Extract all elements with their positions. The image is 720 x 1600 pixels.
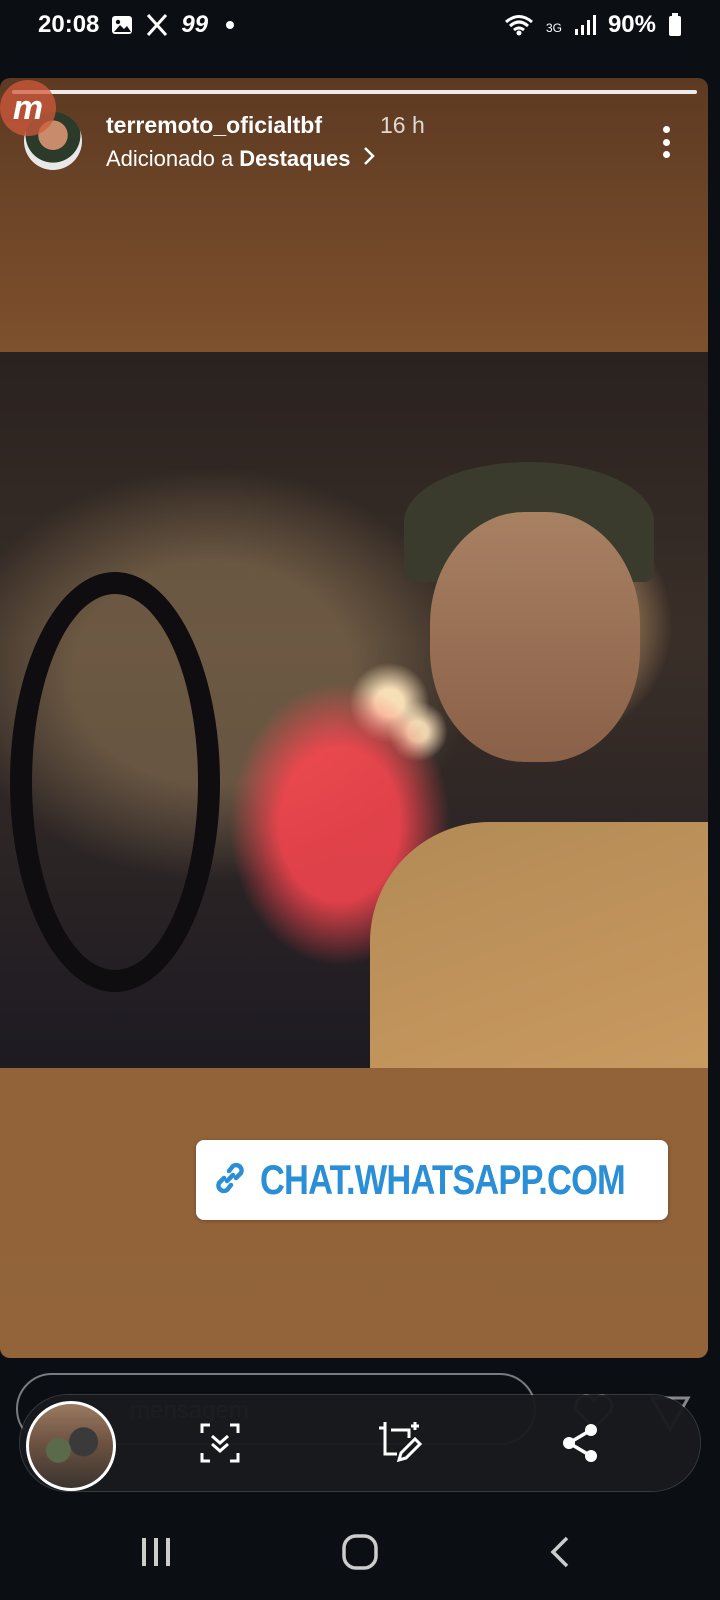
scroll-capture-icon[interactable]	[196, 1419, 244, 1467]
more-notifications-dot-icon	[226, 21, 235, 29]
highlight-link[interactable]: Adicionado a Destaques	[106, 146, 375, 172]
recent-apps-icon[interactable]	[126, 1530, 186, 1574]
notification-count: 99	[181, 11, 209, 38]
x-notification-icon	[145, 14, 169, 36]
story-video	[0, 352, 708, 1068]
link-sticker[interactable]: CHAT.WHATSAPP.COM	[196, 1140, 668, 1220]
system-nav-bar	[0, 1500, 720, 1600]
story-viewer[interactable]: m terremoto_oficialtbf 16 h Adicionado a…	[0, 78, 708, 1358]
battery-percent: 90%	[607, 11, 656, 38]
back-icon[interactable]	[530, 1530, 590, 1574]
battery-icon	[668, 13, 682, 37]
screenshot-toolbar	[20, 1395, 700, 1491]
wifi-icon	[504, 14, 534, 36]
gallery-notification-icon	[111, 15, 133, 35]
overlay-badge: m	[0, 80, 56, 136]
added-prefix: Adicionado a	[106, 146, 234, 171]
shirt-shape	[370, 822, 708, 1068]
edit-crop-icon[interactable]	[376, 1419, 424, 1467]
story-progress-bar	[12, 90, 697, 94]
clock: 20:08	[38, 11, 100, 38]
steering-wheel-shape	[10, 572, 220, 992]
network-type: 3G	[545, 21, 562, 35]
story-username[interactable]: terremoto_oficialtbf	[106, 112, 322, 139]
chevron-right-icon	[363, 146, 375, 172]
home-icon[interactable]	[330, 1530, 390, 1574]
head-shape	[430, 512, 640, 762]
status-bar: 20:08 99 3G 90%	[0, 0, 720, 50]
more-options-icon[interactable]	[662, 126, 670, 158]
link-icon	[210, 1158, 250, 1203]
link-sticker-text: CHAT.WHATSAPP.COM	[260, 1156, 626, 1203]
added-target: Destaques	[239, 146, 351, 171]
story-time: 16 h	[380, 112, 425, 138]
screenshot-thumbnail[interactable]	[26, 1401, 116, 1491]
share-icon[interactable]	[556, 1419, 604, 1467]
signal-icon	[574, 14, 596, 36]
